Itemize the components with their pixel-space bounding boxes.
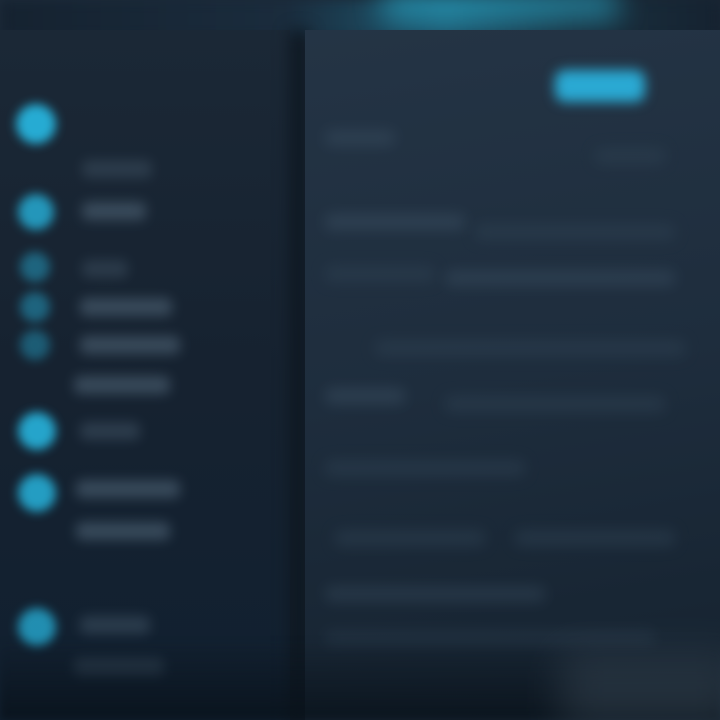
- sidebar-item-1-label[interactable]: [82, 160, 152, 178]
- bottom-right-glare: [560, 650, 720, 720]
- sidebar-item-10-label[interactable]: [80, 616, 150, 634]
- content-row-5[interactable]: [325, 266, 435, 282]
- content-row-1: [325, 130, 395, 146]
- content-row-11[interactable]: [335, 530, 485, 546]
- sidebar-item-2-label[interactable]: [82, 202, 146, 220]
- sidebar-item-3-icon[interactable]: [20, 252, 50, 282]
- sidebar-item-3-label[interactable]: [82, 260, 128, 278]
- content-row-6[interactable]: [445, 270, 675, 286]
- sidebar-title: [26, 80, 106, 104]
- content-row-10[interactable]: [325, 460, 525, 476]
- sidebar-item-6-icon[interactable]: [18, 412, 56, 450]
- content-row-2: [595, 148, 665, 164]
- main-panel: [305, 30, 720, 720]
- content-row-9[interactable]: [445, 396, 665, 412]
- app-window: [0, 0, 720, 720]
- primary-action-button[interactable]: [555, 70, 645, 102]
- content-row-7[interactable]: [375, 340, 685, 356]
- sidebar-item-8-label[interactable]: [76, 480, 180, 498]
- sidebar-item-5-icon[interactable]: [20, 330, 50, 360]
- content-row-3[interactable]: [325, 214, 465, 230]
- sidebar-item-7-icon[interactable]: [18, 474, 56, 512]
- sidebar-item-6-label[interactable]: [74, 376, 170, 394]
- sidebar-item-4-icon[interactable]: [20, 292, 50, 322]
- page-title: [323, 64, 393, 88]
- content-row-12[interactable]: [515, 530, 675, 546]
- sidebar-item-2-icon[interactable]: [18, 194, 54, 230]
- sidebar-item-9-label[interactable]: [76, 522, 170, 540]
- content-row-13[interactable]: [325, 586, 545, 602]
- sidebar-item-4-label[interactable]: [80, 298, 172, 316]
- content-row-8[interactable]: [325, 388, 405, 404]
- sidebar: [0, 30, 290, 720]
- title-bar-highlight: [380, 0, 620, 20]
- sidebar-item-1-icon[interactable]: [16, 104, 56, 144]
- content-row-4[interactable]: [475, 224, 675, 240]
- sidebar-item-5-label[interactable]: [80, 336, 180, 354]
- sidebar-item-7-label[interactable]: [80, 422, 140, 440]
